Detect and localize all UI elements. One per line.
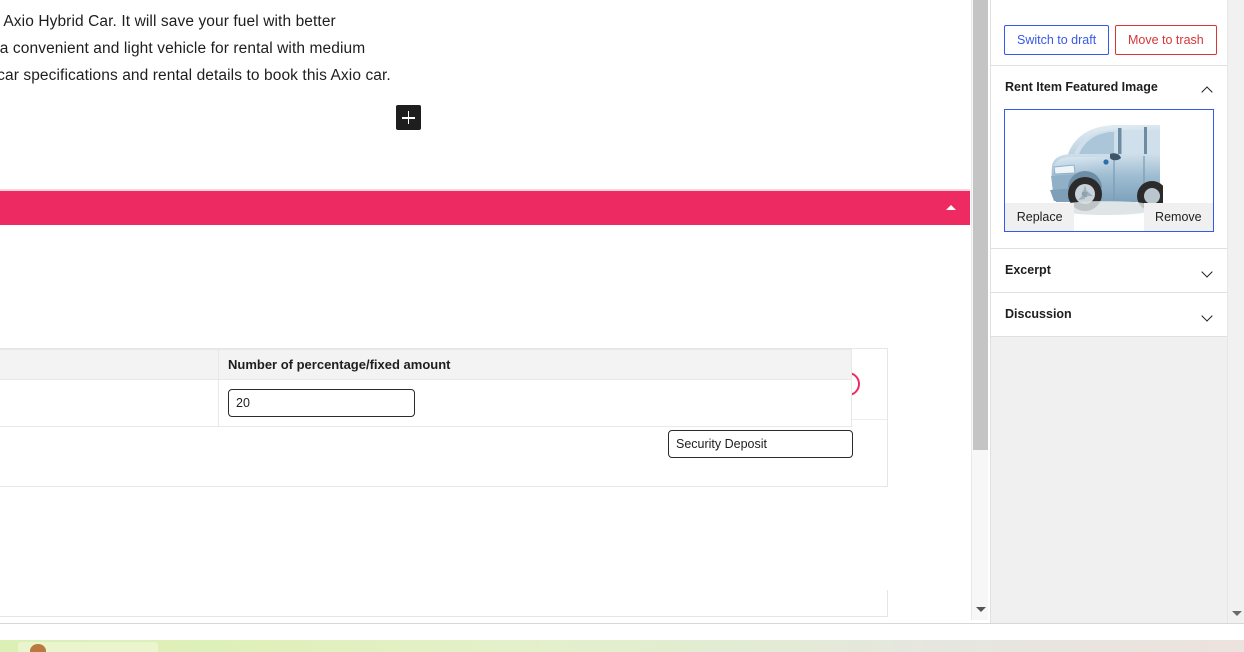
post-editor-canvas: lla Axio Hybrid Car. It will save your f… xyxy=(0,0,972,620)
editor-scrollbar-thumb[interactable] xyxy=(973,0,988,450)
featured-image-panel-title: Rent Item Featured Image xyxy=(1005,80,1158,94)
scroll-down-icon[interactable] xyxy=(1232,611,1242,616)
table-row xyxy=(0,379,852,427)
discussion-panel-title: Discussion xyxy=(1005,307,1072,321)
discussion-panel: Discussion xyxy=(991,293,1227,337)
excerpt-panel-title: Excerpt xyxy=(1005,263,1051,277)
table-header-blank xyxy=(0,349,219,380)
post-copy-line-3: e car specifications and rental details … xyxy=(0,67,391,84)
table-header-amount: Number of percentage/fixed amount xyxy=(218,349,852,380)
security-deposit-input[interactable] xyxy=(668,430,853,458)
security-deposit-row xyxy=(0,420,887,486)
chevron-up-icon[interactable] xyxy=(1201,86,1213,98)
chevron-down-icon[interactable] xyxy=(1201,266,1213,278)
editor-vertical-scrollbar[interactable] xyxy=(971,0,988,620)
percentage-amount-table: Number of percentage/fixed amount xyxy=(0,349,852,427)
viewport-bottom-gap xyxy=(0,624,1244,640)
remove-image-button[interactable]: Remove xyxy=(1143,203,1213,231)
editor-settings-sidebar: Switch to draft Move to trash Rent Item … xyxy=(990,0,1227,624)
pink-section-header-bar[interactable] xyxy=(0,191,970,225)
avatar xyxy=(30,644,46,652)
rental-settings-card: Number of percentage/fixed amount xyxy=(0,348,888,487)
amount-input[interactable] xyxy=(228,389,415,417)
scroll-down-icon[interactable] xyxy=(976,607,986,612)
block-inserter-plus-icon[interactable] xyxy=(396,105,421,130)
bottom-notification-strip[interactable] xyxy=(0,640,1244,652)
post-copy-line-2: is a convenient and light vehicle for re… xyxy=(0,40,366,57)
featured-image-actions: Replace Remove xyxy=(1005,203,1213,231)
move-to-trash-button[interactable]: Move to trash xyxy=(1115,25,1217,55)
replace-image-button[interactable]: Replace xyxy=(1005,203,1075,231)
post-actions-panel: Switch to draft Move to trash xyxy=(991,0,1227,66)
table-cell-blank xyxy=(0,379,219,427)
page-vertical-scrollbar[interactable] xyxy=(1227,0,1244,624)
post-copy-line-1: lla Axio Hybrid Car. It will save your f… xyxy=(0,13,336,30)
discussion-panel-header[interactable]: Discussion xyxy=(991,293,1227,336)
caret-up-icon[interactable] xyxy=(946,205,956,210)
chevron-down-icon[interactable] xyxy=(1201,310,1213,322)
table-cell-amount xyxy=(218,379,852,427)
excerpt-panel-header[interactable]: Excerpt xyxy=(991,249,1227,292)
featured-image-panel-header[interactable]: Rent Item Featured Image xyxy=(991,66,1227,109)
settings-card-footer xyxy=(0,590,888,617)
switch-to-draft-button[interactable]: Switch to draft xyxy=(1004,25,1110,55)
browser-viewport: lla Axio Hybrid Car. It will save your f… xyxy=(0,0,1244,652)
post-paragraph-block[interactable]: lla Axio Hybrid Car. It will save your f… xyxy=(0,8,404,89)
featured-image-spacer xyxy=(1074,203,1143,231)
featured-image-dropzone[interactable]: Replace Remove xyxy=(1004,109,1214,232)
table-header-row: Number of percentage/fixed amount xyxy=(0,349,852,380)
featured-image-panel: Rent Item Featured Image Replace Remove xyxy=(991,66,1227,249)
excerpt-panel: Excerpt xyxy=(991,249,1227,293)
